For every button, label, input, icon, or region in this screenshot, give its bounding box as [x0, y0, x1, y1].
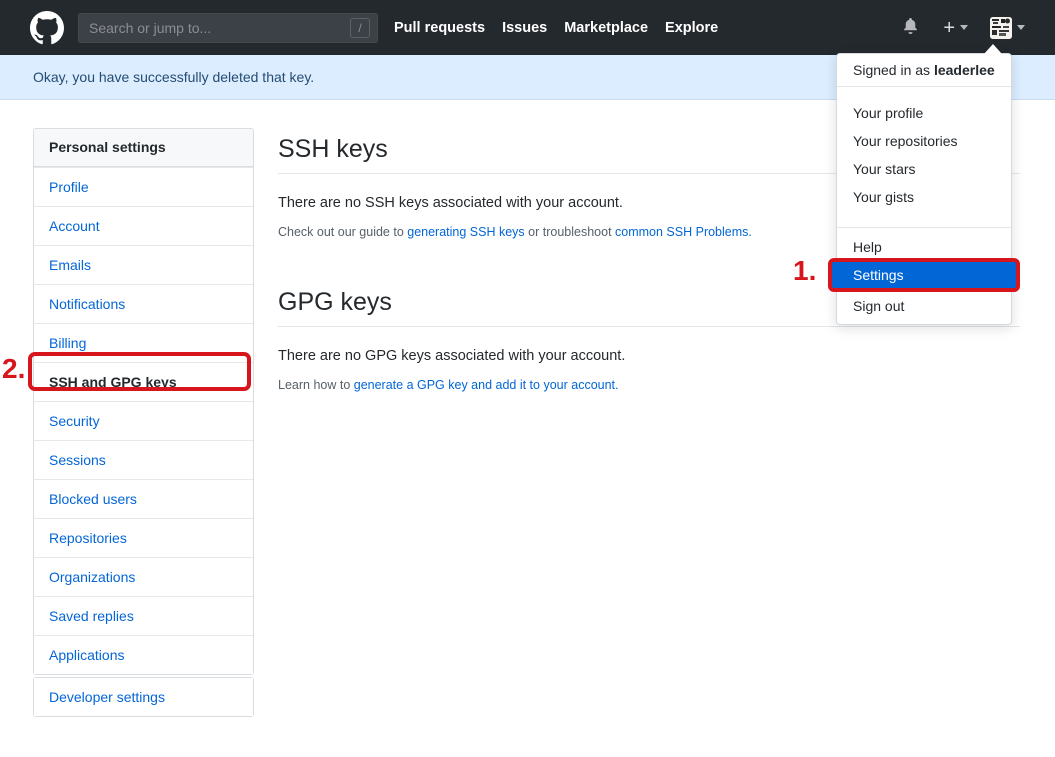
sidebar-item-profile[interactable]: Profile [34, 167, 253, 206]
dropdown-caret-icon [984, 44, 1002, 54]
nav-pull-requests[interactable]: Pull requests [394, 20, 485, 36]
sidebar-item-billing[interactable]: Billing [34, 323, 253, 362]
signed-in-as: Signed in as leaderlee [837, 54, 1011, 86]
common-ssh-problems-link[interactable]: common SSH Problems. [615, 225, 752, 239]
gpg-help-note: Learn how to generate a GPG key and add … [278, 377, 1020, 393]
developer-settings-box: Developer settings [33, 677, 254, 717]
sidebar-item-security[interactable]: Security [34, 401, 253, 440]
menu-item-settings-annotated[interactable]: Settings [828, 258, 1020, 292]
slash-shortcut-key: / [350, 17, 370, 38]
menu-item-your-gists[interactable]: Your gists [837, 183, 1011, 211]
header-right-controls: + [902, 0, 1025, 55]
user-menu-toggle[interactable] [990, 16, 1025, 39]
signed-in-prefix: Signed in as [853, 62, 934, 78]
gpg-empty-message: There are no GPG keys associated with yo… [278, 348, 626, 364]
top-header: / Pull requests Issues Marketplace Explo… [0, 0, 1055, 55]
user-dropdown-menu: Signed in as leaderlee Your profile Your… [828, 53, 1020, 325]
menu-item-your-stars[interactable]: Your stars [837, 155, 1011, 183]
sidebar-item-emails[interactable]: Emails [34, 245, 253, 284]
create-new-menu[interactable]: + [943, 18, 968, 38]
menu-item-sign-out[interactable]: Sign out [837, 292, 1011, 320]
sidebar-item-saved-replies[interactable]: Saved replies [34, 596, 253, 635]
chevron-down-icon [1017, 25, 1025, 30]
sidebar-item-notifications[interactable]: Notifications [34, 284, 253, 323]
generate-gpg-key-link[interactable]: generate a GPG key and add it to your ac… [354, 378, 619, 392]
search-box: / [78, 12, 378, 43]
primary-nav: Pull requests Issues Marketplace Explore [394, 20, 735, 36]
sidebar-item-sessions[interactable]: Sessions [34, 440, 253, 479]
gpg-help-prefix: Learn how to [278, 378, 354, 392]
menu-item-your-repositories[interactable]: Your repositories [837, 127, 1011, 155]
nav-explore[interactable]: Explore [665, 20, 718, 36]
nav-issues[interactable]: Issues [502, 20, 547, 36]
sidebar-item-repositories[interactable]: Repositories [34, 518, 253, 557]
menu-item-help[interactable]: Help [837, 233, 1011, 261]
ssh-help-middle: or troubleshoot [524, 225, 616, 239]
username: leaderlee [933, 62, 995, 78]
menu-item-your-profile[interactable]: Your profile [837, 99, 1011, 127]
nav-marketplace[interactable]: Marketplace [564, 20, 648, 36]
settings-sidebar: Personal settings Profile Account Emails… [33, 128, 254, 675]
sidebar-item-ssh-gpg-keys[interactable]: SSH and GPG keys [34, 362, 253, 401]
sidebar-item-organizations[interactable]: Organizations [34, 557, 253, 596]
menu-profile-group: Your profile Your repositories Your star… [837, 87, 1011, 227]
sidebar-item-developer-settings[interactable]: Developer settings [34, 678, 253, 716]
sidebar-item-blocked-users[interactable]: Blocked users [34, 479, 253, 518]
generating-ssh-keys-link[interactable]: generating SSH keys [407, 225, 524, 239]
avatar [990, 16, 1012, 39]
annotation-step-2: 2. [2, 353, 26, 384]
github-logo-icon[interactable] [30, 10, 64, 45]
plus-icon: + [943, 16, 955, 39]
search-input[interactable] [79, 19, 350, 36]
bell-icon[interactable] [902, 17, 919, 39]
menu-actions-group: Help Settings Sign out [828, 228, 1020, 324]
sidebar-item-account[interactable]: Account [34, 206, 253, 245]
ssh-help-prefix: Check out our guide to [278, 225, 408, 239]
chevron-down-icon [960, 25, 968, 30]
sidebar-item-applications[interactable]: Applications [34, 635, 253, 674]
sidebar-header: Personal settings [34, 129, 253, 167]
